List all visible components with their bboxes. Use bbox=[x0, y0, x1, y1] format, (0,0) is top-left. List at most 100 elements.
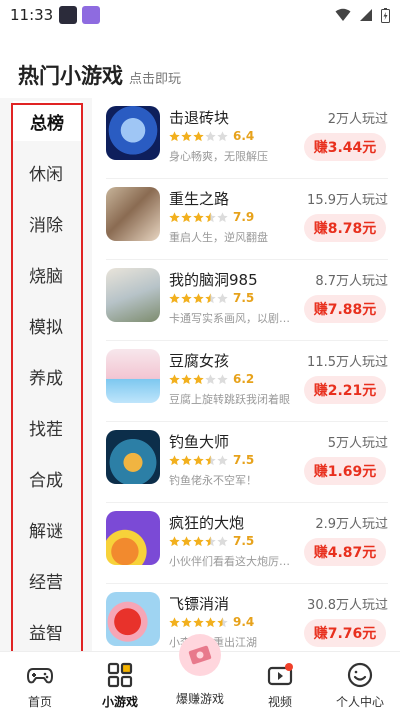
game-list: 击退砖块 6.4 身心畅爽，无限解压 2万人玩过 赚3.44元 重生之路 7.9… bbox=[92, 98, 400, 651]
game-row[interactable]: 重生之路 7.9 重启人生，逆风翻盘 15.9万人玩过 赚8.78元 bbox=[92, 179, 400, 260]
category-highlight-frame bbox=[11, 103, 83, 653]
star-rating: 7.5 bbox=[169, 534, 254, 548]
game-name: 钓鱼大师 bbox=[169, 433, 230, 451]
star-full-icon bbox=[169, 454, 180, 465]
players-count: 30.8万人玩过 bbox=[307, 598, 388, 613]
nav-earn-games[interactable]: 爆赚游戏 bbox=[160, 634, 240, 711]
rating-score: 7.5 bbox=[233, 291, 255, 305]
notification-app-icon bbox=[82, 6, 101, 24]
notification-app-icon bbox=[59, 6, 78, 24]
earn-button[interactable]: 赚4.87元 bbox=[304, 538, 386, 566]
status-bar: 11:33 bbox=[0, 0, 400, 30]
star-full-icon bbox=[193, 292, 204, 303]
smiley-icon bbox=[347, 662, 373, 688]
game-thumbnail bbox=[106, 349, 160, 403]
game-row[interactable]: 钓鱼大师 7.5 钓鱼佬永不空军！ 5万人玩过 赚1.69元 bbox=[92, 422, 400, 503]
page-header: 热门小游戏 点击即玩 bbox=[18, 60, 181, 90]
nav-mini-games[interactable]: 小游戏 bbox=[80, 652, 160, 711]
signal-icon bbox=[360, 9, 372, 21]
nav-label: 爆赚游戏 bbox=[175, 692, 224, 706]
page-title: 热门小游戏 bbox=[18, 64, 123, 88]
money-icon bbox=[179, 634, 221, 676]
star-rating: 9.4 bbox=[169, 615, 254, 629]
nav-label: 视频 bbox=[267, 695, 292, 709]
game-name: 疯狂的大炮 bbox=[169, 514, 245, 532]
earn-button[interactable]: 赚3.44元 bbox=[304, 133, 386, 161]
rating-score: 6.2 bbox=[233, 372, 255, 386]
star-full-icon bbox=[193, 535, 204, 546]
game-description: 身心畅爽，无限解压 bbox=[169, 150, 268, 163]
video-icon bbox=[267, 663, 293, 686]
wifi-icon bbox=[335, 8, 351, 21]
players-count: 2万人玩过 bbox=[327, 112, 388, 127]
rating-score: 7.9 bbox=[233, 210, 255, 224]
game-thumbnail bbox=[106, 187, 160, 241]
grid-icon bbox=[107, 662, 133, 688]
category-sidebar: 总榜 休闲 消除 烧脑 模拟 养成 找茬 合成 解谜 经营 益智 bbox=[0, 98, 92, 653]
star-empty-icon bbox=[217, 211, 228, 222]
players-count: 5万人玩过 bbox=[327, 436, 388, 451]
status-time: 11:33 bbox=[10, 6, 54, 24]
earn-button[interactable]: 赚8.78元 bbox=[304, 214, 386, 242]
star-full-icon bbox=[169, 130, 180, 141]
star-rating: 7.5 bbox=[169, 291, 254, 305]
players-count: 15.9万人玩过 bbox=[307, 193, 388, 208]
gamepad-icon bbox=[27, 668, 53, 684]
nav-video[interactable]: 视频 bbox=[240, 652, 320, 711]
star-rating: 7.9 bbox=[169, 210, 254, 224]
star-rating: 7.5 bbox=[169, 453, 254, 467]
star-full-icon bbox=[169, 616, 180, 627]
star-empty-icon bbox=[217, 535, 228, 546]
nav-label: 小游戏 bbox=[101, 695, 138, 709]
game-row[interactable]: 我的脑洞985 7.5 卡通写实系画风，以剧情... 8.7万人玩过 赚7.88… bbox=[92, 260, 400, 341]
star-empty-icon bbox=[205, 130, 216, 141]
game-row[interactable]: 击退砖块 6.4 身心畅爽，无限解压 2万人玩过 赚3.44元 bbox=[92, 98, 400, 179]
star-full-icon bbox=[181, 454, 192, 465]
star-full-icon bbox=[193, 616, 204, 627]
star-half-icon bbox=[217, 616, 228, 627]
game-thumbnail bbox=[106, 430, 160, 484]
game-name: 我的脑洞985 bbox=[169, 271, 258, 289]
game-thumbnail bbox=[106, 106, 160, 160]
star-full-icon bbox=[181, 616, 192, 627]
game-row[interactable]: 疯狂的大炮 7.5 小伙伴们看看这大炮厉不... 2.9万人玩过 赚4.87元 bbox=[92, 503, 400, 584]
star-full-icon bbox=[181, 535, 192, 546]
nav-home[interactable]: 首页 bbox=[0, 652, 80, 711]
star-full-icon bbox=[181, 373, 192, 384]
game-thumbnail bbox=[106, 592, 160, 646]
star-full-icon bbox=[193, 130, 204, 141]
star-full-icon bbox=[169, 211, 180, 222]
star-half-icon bbox=[205, 211, 216, 222]
star-rating: 6.2 bbox=[169, 372, 254, 386]
star-empty-icon bbox=[217, 130, 228, 141]
players-count: 11.5万人玩过 bbox=[307, 355, 388, 370]
earn-button[interactable]: 赚7.76元 bbox=[304, 619, 386, 647]
bottom-navigation: 首页 小游戏 爆赚游戏 视频 个人中心 bbox=[0, 634, 400, 711]
star-rating: 6.4 bbox=[169, 129, 254, 143]
rating-score: 7.5 bbox=[233, 453, 255, 467]
star-full-icon bbox=[181, 292, 192, 303]
star-empty-icon bbox=[217, 292, 228, 303]
star-full-icon bbox=[193, 454, 204, 465]
game-row[interactable]: 豆腐女孩 6.2 豆腐上旋转跳跃我闭着眼 11.5万人玩过 赚2.21元 bbox=[92, 341, 400, 422]
nav-label: 首页 bbox=[27, 695, 52, 709]
earn-button[interactable]: 赚2.21元 bbox=[304, 376, 386, 404]
game-description: 卡通写实系画风，以剧情... bbox=[169, 312, 294, 325]
game-name: 飞镖消消 bbox=[169, 595, 230, 613]
star-empty-icon bbox=[217, 454, 228, 465]
nav-profile[interactable]: 个人中心 bbox=[320, 652, 400, 711]
earn-button[interactable]: 赚1.69元 bbox=[304, 457, 386, 485]
star-full-icon bbox=[169, 373, 180, 384]
game-description: 钓鱼佬永不空军！ bbox=[169, 474, 257, 487]
game-row[interactable]: 飞镖消消 9.4 小李飞刀重出江湖 30.8万人玩过 赚7.76元 bbox=[92, 584, 400, 651]
star-half-icon bbox=[205, 454, 216, 465]
star-full-icon bbox=[205, 616, 216, 627]
earn-button[interactable]: 赚7.88元 bbox=[304, 295, 386, 323]
star-full-icon bbox=[169, 292, 180, 303]
game-description: 重启人生，逆风翻盘 bbox=[169, 231, 268, 244]
star-empty-icon bbox=[217, 373, 228, 384]
players-count: 8.7万人玩过 bbox=[315, 274, 388, 289]
star-empty-icon bbox=[205, 373, 216, 384]
game-thumbnail bbox=[106, 268, 160, 322]
battery-icon bbox=[381, 7, 390, 23]
